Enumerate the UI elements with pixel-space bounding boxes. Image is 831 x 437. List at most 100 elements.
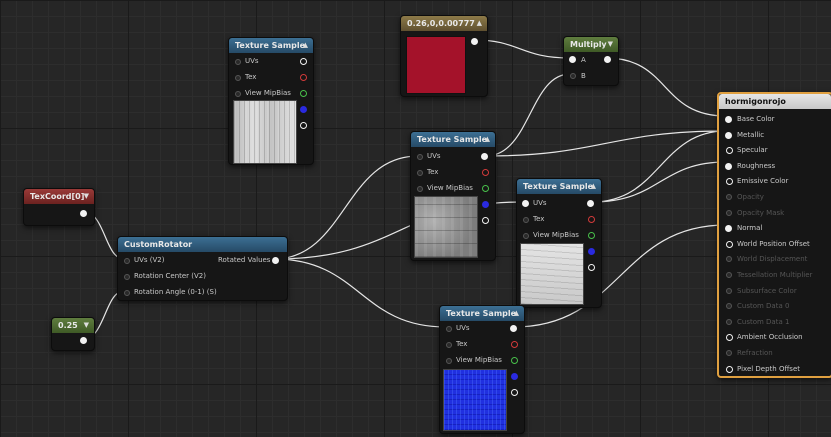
a-output-pin[interactable] [300,122,307,129]
multiply-node[interactable]: Multiply ▼ A B [563,36,619,86]
node-header[interactable]: Texture Sample ▲ [229,38,313,53]
b-output-pin[interactable] [482,201,489,208]
r-output-pin[interactable] [511,341,518,348]
node-header[interactable]: Texture Sample ▲ [440,306,524,321]
uvs-v2-input-pin[interactable] [124,258,130,264]
g-output-pin[interactable] [300,90,307,97]
uvs-input-pin[interactable] [446,326,452,332]
material-input-pin[interactable] [726,178,733,186]
node-header[interactable]: CustomRotator [118,237,287,252]
r-output-pin[interactable] [588,216,595,223]
material-input-pin[interactable] [725,116,732,123]
material-input-pin[interactable] [726,350,732,356]
g-output-pin[interactable] [511,357,518,364]
material-input-pin[interactable] [726,287,732,294]
a-output-pin[interactable] [482,217,489,224]
r-output-pin[interactable] [482,169,489,176]
mipbias-input-pin[interactable] [417,186,423,192]
texture-sample-node-3[interactable]: Texture Sample ▲ UVs Tex View MipBias [516,178,602,308]
uvs-input-pin[interactable] [417,154,423,160]
material-input-pin[interactable] [725,131,732,139]
g-output-pin[interactable] [482,185,489,192]
rotation-angle-input-pin[interactable] [124,290,130,296]
material-input-pin[interactable] [726,365,733,373]
material-input-pin[interactable] [725,225,732,233]
node-header[interactable]: Texture Sample ▲ [517,179,601,194]
node-header[interactable]: hormigonrojo [719,94,831,109]
material-input-pin[interactable] [726,334,733,342]
node-header[interactable]: TexCoord[0] ▼ [24,189,94,204]
pin-label: Tex [427,168,439,176]
custom-rotator-node[interactable]: CustomRotator UVs (V2) Rotation Center (… [117,236,288,301]
material-input-pin[interactable] [726,318,732,325]
b-output-pin[interactable] [511,373,518,380]
wire-rotator-tex2 [273,155,419,260]
collapse-caret-icon[interactable]: ▲ [303,38,308,53]
b-output-pin[interactable] [588,248,595,255]
material-input-pin[interactable] [726,256,732,263]
color-output-pin[interactable] [471,38,478,45]
pin-label: UVs [245,57,259,65]
collapse-caret-icon[interactable]: ▲ [485,132,490,147]
multiply-output-pin[interactable] [604,56,611,63]
tex-input-pin[interactable] [523,217,529,223]
mipbias-input-pin[interactable] [446,358,452,364]
collapse-caret-icon[interactable]: ▼ [84,189,89,204]
tex-input-pin[interactable] [417,170,423,176]
material-input-pin[interactable] [726,147,733,155]
constant3vector-node[interactable]: 0.26,0,0.00777 ▲ [400,15,488,97]
constant-output-pin[interactable] [80,337,87,344]
uvs-input-pin[interactable] [522,200,529,207]
b-output-pin[interactable] [300,106,307,113]
rotation-center-input-pin[interactable] [124,274,130,280]
rgb-output-pin[interactable] [587,200,594,207]
pin-label: View MipBias [456,356,502,364]
rgb-output-pin[interactable] [510,325,517,332]
r-output-pin[interactable] [300,74,307,81]
multiply-b-input-pin[interactable] [570,73,576,79]
rotated-values-output-pin[interactable] [272,257,279,264]
material-input-label: Roughness [737,161,776,170]
collapse-caret-icon[interactable]: ▼ [608,37,613,52]
collapse-caret-icon[interactable]: ▲ [514,306,519,321]
material-input-pin[interactable] [725,162,732,170]
texcoord-node[interactable]: TexCoord[0] ▼ [23,188,95,226]
node-header[interactable]: 0.25 ▼ [52,318,94,333]
collapse-caret-icon[interactable]: ▲ [477,16,482,31]
wire-rotator-tex4 [273,258,447,328]
material-input-pin[interactable] [726,240,733,248]
collapse-caret-icon[interactable]: ▲ [591,179,596,194]
pin-label: B [581,72,586,80]
texture-sample-node-2[interactable]: Texture Sample ▲ UVs Tex View MipBias [410,131,496,261]
color-swatch[interactable] [406,36,466,94]
node-header[interactable]: 0.26,0,0.00777 ▲ [401,16,487,31]
material-graph-canvas[interactable]: Texture Sample ▲ UVs Tex View MipBias 0.2… [0,0,831,437]
uvs-input-pin[interactable] [235,59,241,65]
material-input-pin[interactable] [726,209,732,216]
texture-sample-node-4[interactable]: Texture Sample ▲ UVs Tex View MipBias [439,305,525,434]
node-header[interactable]: Multiply ▼ [564,37,618,52]
mipbias-input-pin[interactable] [235,91,241,97]
collapse-caret-icon[interactable]: ▼ [84,318,89,333]
a-output-pin[interactable] [588,264,595,271]
texcoord-output-pin[interactable] [80,210,87,217]
constant-node[interactable]: 0.25 ▼ [51,317,95,351]
material-result-node[interactable]: hormigonrojo Base Color Metallic Specular R… [717,92,831,378]
material-input-pin[interactable] [726,194,732,200]
texture-preview-thumbnail [414,196,478,258]
material-input-pin[interactable] [726,272,732,278]
node-title: Multiply [570,40,607,49]
tex-input-pin[interactable] [235,75,241,81]
rgb-output-pin[interactable] [481,153,488,160]
mipbias-input-pin[interactable] [523,233,529,239]
tex-input-pin[interactable] [446,342,452,348]
multiply-a-input-pin[interactable] [569,56,576,63]
g-output-pin[interactable] [588,232,595,239]
material-input-pin[interactable] [726,303,732,310]
texture-sample-node-1[interactable]: Texture Sample ▲ UVs Tex View MipBias [228,37,314,165]
wire-tex2-multiply [485,73,571,157]
rgb-output-pin[interactable] [300,58,307,65]
node-header[interactable]: Texture Sample ▲ [411,132,495,147]
pin-label: UVs [533,199,547,207]
a-output-pin[interactable] [511,389,518,396]
